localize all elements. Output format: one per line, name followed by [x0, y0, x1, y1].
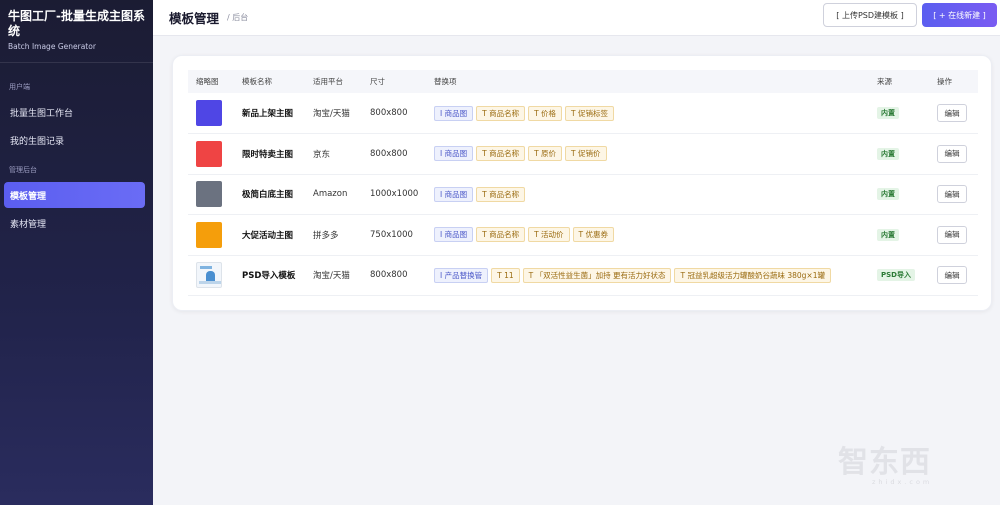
replace-items: I 商品图 T 商品名称 — [426, 174, 869, 215]
col-size: 尺寸 — [370, 77, 385, 86]
table-row: 限时特卖主图 京东 800x800 I 商品图 T 商品名称 T 原价 T 促销价 内置 编辑 — [188, 134, 978, 175]
template-name: 极简白底主图 — [242, 190, 294, 201]
replace-items: I 商品图 T 商品名称 T 价格 T 促销标签 — [426, 93, 869, 134]
template-name: 大促活动主图 — [242, 230, 294, 241]
source-badge: 内置 — [877, 107, 899, 119]
table-row: PSD导入模板 淘宝/天猫 800x800 I 产品替换管 T 11 T 「双活性益生菌」… — [188, 255, 978, 296]
col-replace-items: 替换项 — [434, 77, 457, 86]
template-platform: 拼多多 — [313, 230, 339, 241]
col-thumbnail: 缩略图 — [196, 77, 219, 86]
app-subtitle: Batch Image Generator — [8, 42, 96, 51]
text-replace-tag: T 活动价 — [528, 227, 570, 243]
template-size: 800x800 — [370, 108, 408, 118]
template-thumbnail — [196, 181, 222, 208]
edit-button[interactable]: 编辑 — [937, 144, 967, 163]
template-size: 1000x1000 — [370, 189, 419, 200]
brand: 牛图工厂-批量生成主图系统 Batch Image Generator — [0, 0, 153, 63]
edit-button[interactable]: 编辑 — [937, 225, 967, 244]
text-replace-tag: T 商品名称 — [476, 105, 526, 121]
edit-button[interactable]: 编辑 — [937, 266, 967, 285]
text-replace-tag: T 促销价 — [565, 146, 607, 162]
text-replace-tag: T 商品名称 — [476, 186, 526, 202]
image-replace-tag: I 商品图 — [434, 105, 474, 121]
template-thumbnail — [196, 262, 222, 289]
replace-items: I 商品图 T 商品名称 T 原价 T 促销价 — [426, 134, 869, 175]
col-platform: 适用平台 — [313, 77, 343, 86]
text-replace-tag: T 11 — [491, 267, 520, 283]
breadcrumb: / 后台 — [227, 13, 249, 22]
table-header-row: 缩略图 模板名称 适用平台 尺寸 替换项 来源 操作 — [188, 70, 978, 93]
replace-items: I 商品图 T 商品名称 T 活动价 T 优惠券 — [426, 215, 869, 256]
text-replace-tag: T 原价 — [528, 146, 563, 162]
watermark-sub: zhidx.com — [872, 478, 933, 486]
sidebar-item-template-manage[interactable]: 模板管理 — [4, 182, 145, 208]
text-replace-tag: T 商品名称 — [476, 146, 526, 162]
template-thumbnail — [196, 140, 222, 167]
sidebar-item-my-records[interactable]: 我的生图记录 — [4, 127, 145, 153]
table-row: 大促活动主图 拼多多 750x1000 I 商品图 T 商品名称 T 活动价 T 优惠券 内置… — [188, 215, 978, 256]
source-badge: 内置 — [877, 147, 899, 160]
watermark-logo: 智东西 — [838, 445, 931, 480]
template-size: 800x800 — [370, 148, 408, 159]
template-platform: 淘宝/天猫 — [313, 271, 350, 282]
replace-items: I 产品替换管 T 11 T 「双活性益生菌」加持 更有活力好状态 T 冠益乳超级活力… — [426, 255, 869, 296]
source-badge: 内置 — [877, 188, 899, 201]
sidebar-item-batch-workbench[interactable]: 批量生图工作台 — [4, 99, 145, 125]
source-badge: PSD导入 — [877, 269, 915, 282]
template-name: PSD导入模板 — [242, 271, 296, 282]
image-replace-tag: I 产品替换管 — [434, 267, 489, 283]
col-actions: 操作 — [937, 77, 952, 86]
template-name: 限时特卖主图 — [242, 149, 294, 160]
nav-section-admin: 管理后台 — [9, 166, 37, 174]
psd-banner — [200, 266, 212, 270]
edit-button[interactable]: 编辑 — [937, 185, 967, 204]
image-replace-tag: I 商品图 — [434, 186, 474, 202]
psd-base — [199, 281, 221, 285]
template-platform: 京东 — [313, 149, 331, 160]
image-replace-tag: I 商品图 — [434, 146, 474, 162]
template-size: 800x800 — [370, 270, 408, 281]
top-header: 模板管理 / 后台 [ 上传PSD建模板 ] [ + 在线新建 ] — [153, 0, 1000, 36]
col-source: 来源 — [877, 77, 892, 86]
template-platform: 淘宝/天猫 — [313, 109, 350, 119]
template-card: 缩略图 模板名称 适用平台 尺寸 替换项 来源 操作 新品上架主图 淘宝/天猫 80… — [172, 55, 992, 311]
template-platform: Amazon — [313, 189, 348, 200]
edit-button[interactable]: 编辑 — [937, 104, 967, 122]
text-replace-tag: T 优惠券 — [572, 227, 615, 243]
text-replace-tag: T 价格 — [528, 105, 563, 121]
template-size: 750x1000 — [370, 229, 413, 240]
sidebar: 牛图工厂-批量生成主图系统 Batch Image Generator 用户端 … — [0, 0, 153, 505]
page-title: 模板管理 — [169, 11, 220, 26]
table-row: 新品上架主图 淘宝/天猫 800x800 I 商品图 T 商品名称 T 价格 T 促销标签内… — [188, 93, 978, 134]
text-replace-tag: T 商品名称 — [476, 227, 526, 243]
image-replace-tag: I 商品图 — [434, 227, 474, 243]
sidebar-item-asset-manage[interactable]: 素材管理 — [4, 210, 145, 236]
text-replace-tag: T 「双活性益生菌」加持 更有活力好状态 — [522, 267, 672, 283]
upload-psd-button[interactable]: [ 上传PSD建模板 ] — [823, 3, 917, 27]
template-table: 缩略图 模板名称 适用平台 尺寸 替换项 来源 操作 新品上架主图 淘宝/天猫 80… — [188, 70, 978, 296]
create-online-button[interactable]: [ + 在线新建 ] — [922, 3, 997, 27]
template-thumbnail — [196, 221, 222, 248]
nav-section-user: 用户端 — [9, 83, 30, 91]
template-thumbnail — [196, 100, 222, 126]
table-row: 极简白底主图 Amazon 1000x1000 I 商品图 T 商品名称 内置 编辑 — [188, 174, 978, 215]
text-replace-tag: T 冠益乳超级活力罐酸奶谷蔬味 380g×1罐 — [674, 267, 831, 283]
col-name: 模板名称 — [242, 77, 272, 86]
app-title: 牛图工厂-批量生成主图系统 — [8, 9, 145, 38]
text-replace-tag: T 促销标签 — [565, 105, 615, 121]
source-badge: 内置 — [877, 228, 899, 241]
template-name: 新品上架主图 — [242, 109, 294, 119]
